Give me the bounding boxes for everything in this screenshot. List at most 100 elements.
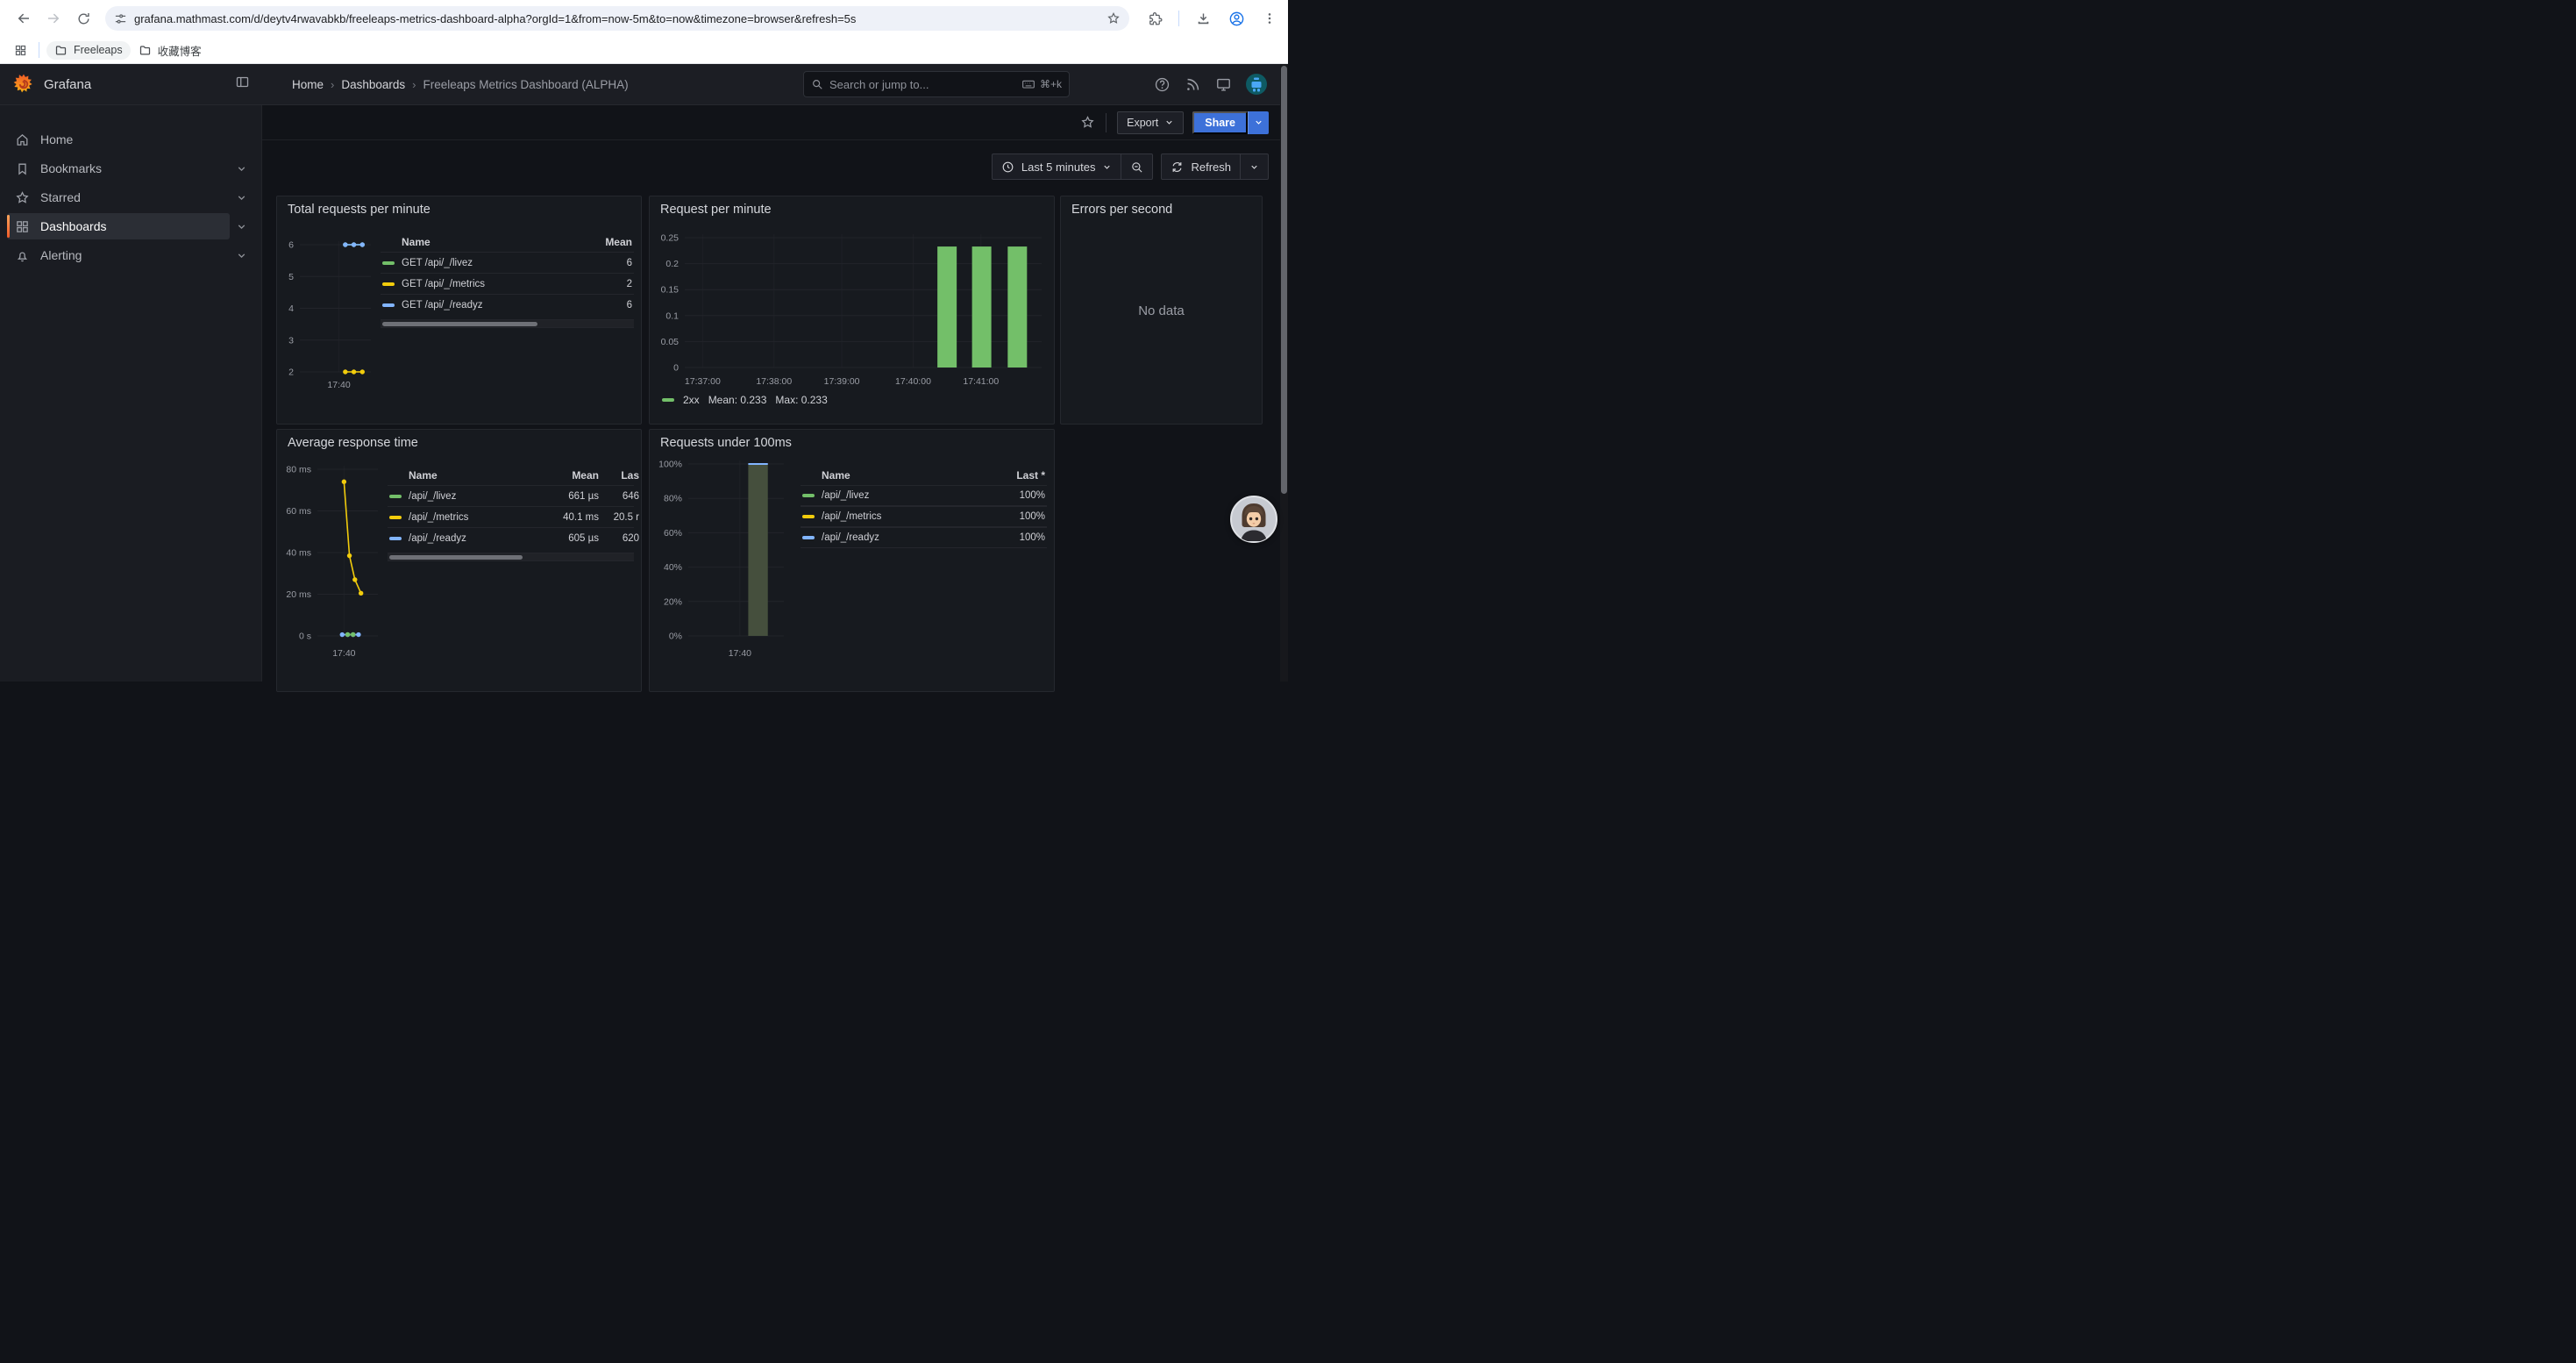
page-scrollbar[interactable] xyxy=(1280,64,1288,682)
svg-text:0.2: 0.2 xyxy=(665,259,679,269)
refresh-interval-chevron[interactable] xyxy=(1240,154,1268,179)
search-placeholder: Search or jump to... xyxy=(829,78,1021,91)
series-color-chip[interactable] xyxy=(802,536,815,539)
url-bar[interactable]: grafana.mathmast.com/d/deytv4rwavabkb/fr… xyxy=(105,6,1129,31)
share-button[interactable]: Share xyxy=(1192,111,1248,134)
series-color-chip[interactable] xyxy=(802,494,815,497)
bookmarks-bar: Freeleaps 收藏博客 xyxy=(0,37,1288,64)
svg-text:20 ms: 20 ms xyxy=(286,589,311,600)
reload-button[interactable] xyxy=(68,4,98,33)
legend-header-name[interactable]: Name xyxy=(402,236,580,248)
favorite-star-icon[interactable] xyxy=(1080,115,1095,130)
no-data-message: No data xyxy=(1061,217,1262,405)
timeseries-chart[interactable]: 6543217:40 xyxy=(284,218,375,394)
bookmark-folder-blogs[interactable]: 收藏博客 xyxy=(131,39,210,61)
series-color-chip[interactable] xyxy=(382,303,395,307)
legend-header-last[interactable]: Las xyxy=(599,469,639,482)
chevron-down-icon[interactable] xyxy=(230,221,253,232)
back-button[interactable] xyxy=(9,4,39,33)
legend-header-last[interactable]: Last * xyxy=(993,469,1045,482)
site-settings-icon[interactable] xyxy=(114,12,127,25)
chevron-down-icon[interactable] xyxy=(230,192,253,203)
panel-title[interactable]: Average response time xyxy=(277,430,641,450)
series-color-chip[interactable] xyxy=(802,515,815,518)
bar-chart[interactable]: 0.250.20.150.10.05017:37:0017:38:0017:39… xyxy=(657,218,1049,390)
refresh-button[interactable]: Refresh xyxy=(1162,154,1240,179)
grafana-topbar: Grafana Home › Dashboards › Freeleaps Me… xyxy=(0,64,1288,105)
share-menu-chevron[interactable] xyxy=(1248,111,1269,134)
forward-button[interactable] xyxy=(39,4,68,33)
legend-series-name[interactable]: 2xx xyxy=(683,394,700,406)
sidebar-item-home[interactable]: Home xyxy=(7,126,253,153)
dashboard-canvas: Last 5 minutes Refresh xyxy=(262,140,1288,682)
panel-title[interactable]: Total requests per minute xyxy=(277,196,641,217)
user-avatar[interactable] xyxy=(1246,74,1267,95)
sidebar-nav: Home Bookmarks Starred xyxy=(0,105,262,682)
series-color-chip[interactable] xyxy=(382,261,395,265)
panel-legend: Name Last * /api/_/livez 100% /api/_/met… xyxy=(801,466,1047,662)
profile-icon[interactable] xyxy=(1221,4,1251,33)
sidebar-item-starred[interactable]: Starred xyxy=(7,184,253,211)
search-input[interactable]: Search or jump to... ⌘+k xyxy=(803,71,1070,97)
legend-scrollbar[interactable] xyxy=(388,553,634,561)
zoom-out-button[interactable] xyxy=(1121,154,1152,179)
legend-header-name[interactable]: Name xyxy=(409,469,546,482)
series-color-chip[interactable] xyxy=(389,495,402,498)
legend-row: GET /api/_/livez 6 xyxy=(381,252,634,273)
breadcrumb-separator: › xyxy=(412,78,416,91)
time-range-picker[interactable]: Last 5 minutes xyxy=(993,154,1121,179)
series-color-chip[interactable] xyxy=(389,516,402,519)
bar-chart[interactable]: 100%80%60%40%20%0%17:40 xyxy=(657,452,788,662)
scrollbar-thumb[interactable] xyxy=(1281,66,1287,494)
url-text[interactable]: grafana.mathmast.com/d/deytv4rwavabkb/fr… xyxy=(134,12,1107,25)
svg-text:0.25: 0.25 xyxy=(661,233,680,244)
breadcrumb: Home › Dashboards › Freeleaps Metrics Da… xyxy=(292,78,629,91)
svg-text:2: 2 xyxy=(288,368,294,378)
panel-title[interactable]: Request per minute xyxy=(650,196,1054,217)
series-color-chip[interactable] xyxy=(389,537,402,540)
sidebar-item-bookmarks[interactable]: Bookmarks xyxy=(7,155,253,182)
clock-icon xyxy=(1001,161,1014,174)
grafana-logo[interactable] xyxy=(12,73,35,96)
assistant-avatar-widget[interactable] xyxy=(1230,496,1277,543)
extensions-icon[interactable] xyxy=(1140,4,1170,33)
export-button[interactable]: Export xyxy=(1117,111,1184,134)
svg-text:17:40: 17:40 xyxy=(729,648,751,659)
kiosk-monitor-icon[interactable] xyxy=(1215,76,1232,93)
bookmark-folder-freeleaps[interactable]: Freeleaps xyxy=(46,41,131,60)
downloads-icon[interactable] xyxy=(1188,4,1218,33)
timeseries-chart[interactable]: 80 ms60 ms40 ms20 ms0 s17:40 xyxy=(284,452,382,662)
sidebar-item-alerting[interactable]: Alerting xyxy=(7,242,253,268)
news-rss-icon[interactable] xyxy=(1185,76,1201,93)
legend-row: /api/_/metrics 40.1 ms 20.5 r xyxy=(388,506,634,527)
svg-text:40 ms: 40 ms xyxy=(286,548,311,559)
panel-title[interactable]: Requests under 100ms xyxy=(650,430,1054,450)
breadcrumb-home[interactable]: Home xyxy=(292,78,324,91)
chevron-down-icon[interactable] xyxy=(230,250,253,261)
legend-header-mean[interactable]: Mean xyxy=(546,469,599,482)
legend-header-mean[interactable]: Mean xyxy=(580,236,632,248)
panel-requests-under-100ms: Requests under 100ms 100%80%60%40%20%0%1… xyxy=(649,429,1055,692)
legend-row: /api/_/readyz 605 µs 620 xyxy=(388,527,634,548)
svg-text:17:40: 17:40 xyxy=(327,380,350,390)
dock-sidebar-icon[interactable] xyxy=(235,75,250,94)
svg-text:6: 6 xyxy=(288,240,294,251)
panel-title[interactable]: Errors per second xyxy=(1061,196,1262,217)
browser-menu-icon[interactable] xyxy=(1255,4,1284,33)
legend-scrollbar[interactable] xyxy=(381,319,634,328)
breadcrumb-dashboards[interactable]: Dashboards xyxy=(341,78,405,91)
series-color-chip[interactable] xyxy=(662,398,674,402)
sidebar-item-dashboards[interactable]: Dashboards xyxy=(7,213,253,239)
chevron-down-icon xyxy=(1164,118,1174,127)
bookmark-star-icon[interactable] xyxy=(1107,11,1121,25)
series-color-chip[interactable] xyxy=(382,282,395,286)
legend-row: /api/_/livez 661 µs 646 xyxy=(388,485,634,506)
folder-icon xyxy=(54,44,68,57)
help-icon[interactable] xyxy=(1154,76,1171,93)
chevron-down-icon[interactable] xyxy=(230,163,253,175)
panel-errors-per-second: Errors per second No data xyxy=(1060,196,1263,425)
toolbar-divider xyxy=(1178,11,1179,26)
apps-grid-icon[interactable] xyxy=(9,39,32,61)
legend-header-name[interactable]: Name xyxy=(822,469,993,482)
folder-icon xyxy=(139,44,152,57)
